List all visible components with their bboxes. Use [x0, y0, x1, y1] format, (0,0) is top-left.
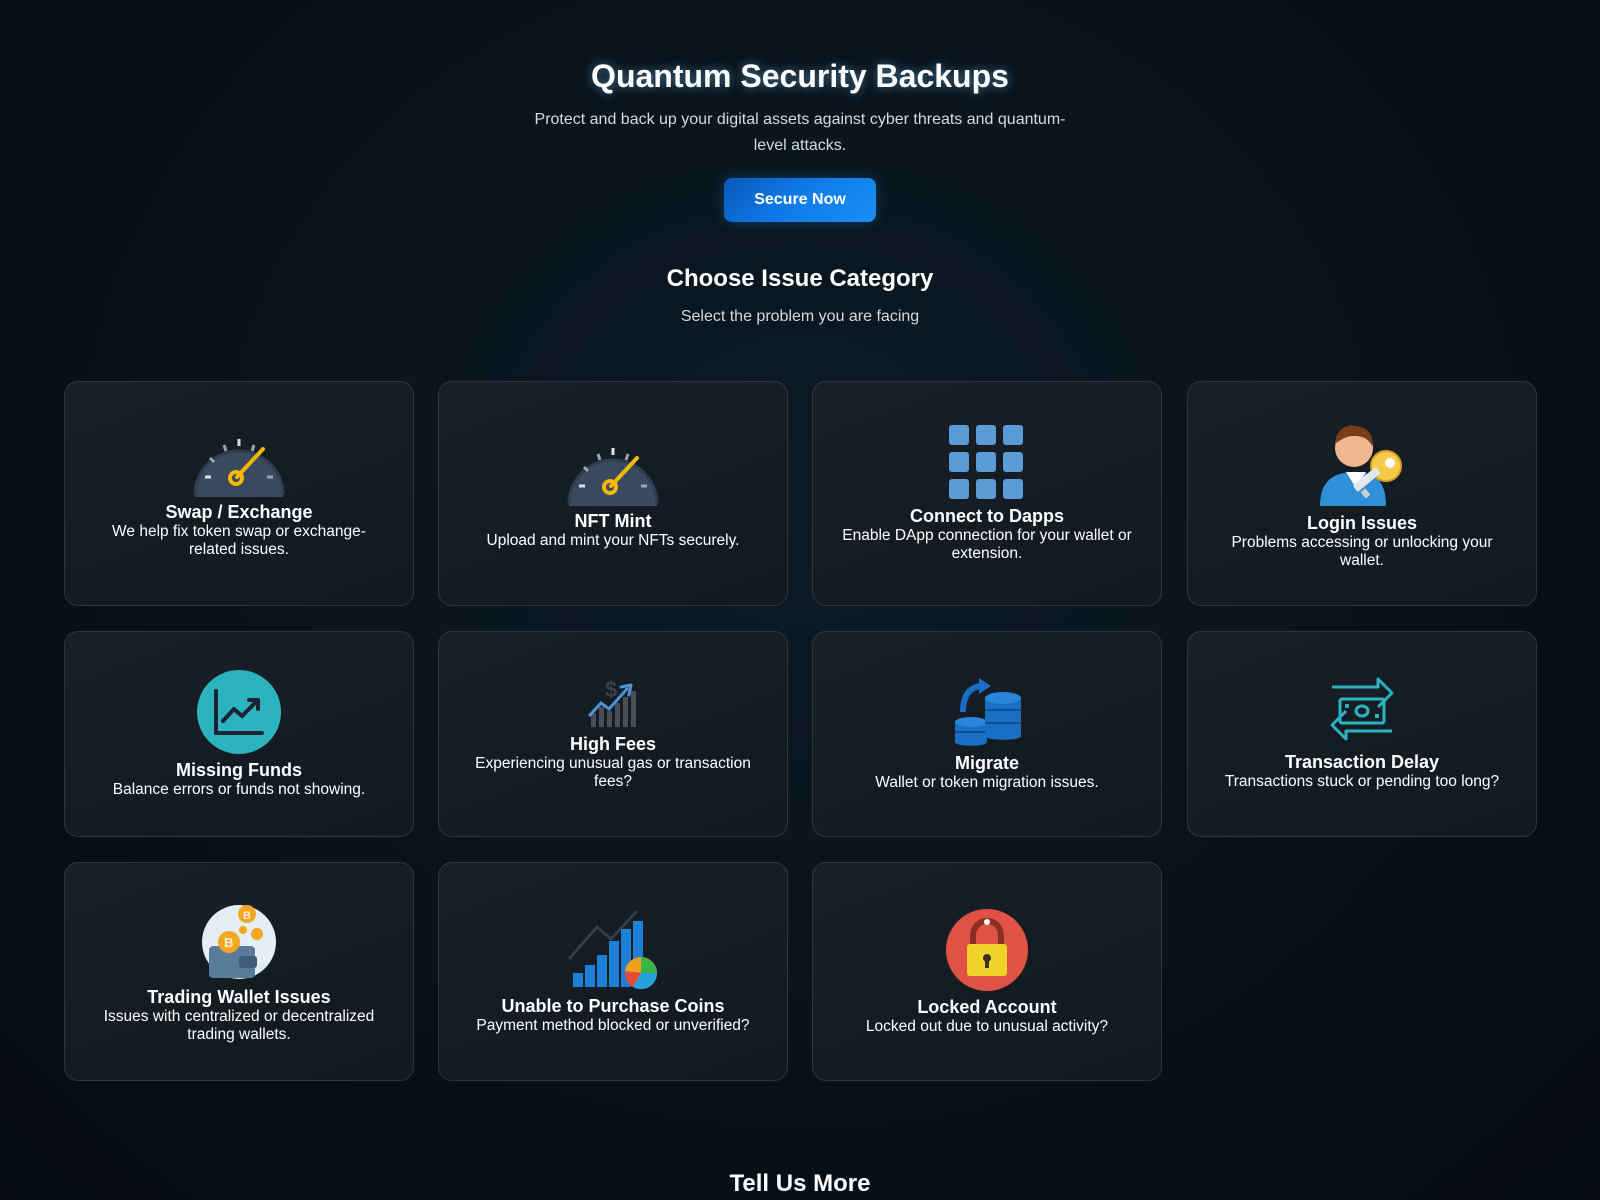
card-title: Unable to Purchase Coins — [501, 995, 725, 1016]
card-title: Transaction Delay — [1284, 752, 1440, 772]
section-title: Choose Issue Category — [666, 265, 934, 292]
svg-text:$: $ — [605, 677, 617, 702]
dollar-chart-icon: $ — [588, 677, 636, 727]
card-description: Transactions stuck or pending too long? — [1224, 773, 1500, 790]
card-title: Trading Wallet Issues — [147, 986, 331, 1007]
category-card-missing-funds[interactable]: Missing Funds Balance errors or funds no… — [64, 631, 414, 837]
card-title: High Fees — [569, 734, 657, 754]
category-card-swap-exchange[interactable]: Swap / Exchange We help fix token swap o… — [64, 381, 414, 606]
card-title: Missing Funds — [176, 760, 302, 780]
speedometer-icon — [193, 438, 285, 497]
category-card-transaction-delay[interactable]: Transaction Delay Transactions stuck or … — [1187, 631, 1537, 837]
card-description: Balance errors or funds not showing. — [112, 781, 366, 798]
secure-now-button[interactable]: Secure Now — [724, 178, 876, 222]
database-migrate-icon — [955, 678, 1021, 746]
card-description: Issues with centralized or decentralized… — [103, 1007, 375, 1043]
wallet-coins-icon: B B — [202, 904, 276, 979]
card-description: We help fix token swap or exchange-relat… — [112, 522, 366, 558]
bar-pie-chart-icon — [568, 909, 658, 989]
svg-text:B: B — [243, 910, 251, 922]
app-grid-icon — [949, 424, 1023, 499]
card-title: Migrate — [954, 753, 1019, 773]
category-card-high-fees[interactable]: $ High Fees Experiencing unusual gas or … — [438, 631, 788, 837]
category-card-locked-account[interactable]: Locked Account Locked out due to unusual… — [812, 862, 1162, 1081]
hero-subtitle: Protect and back up your digital assets … — [534, 111, 1066, 154]
card-title: Swap / Exchange — [165, 501, 313, 522]
svg-text:B: B — [224, 935, 233, 950]
card-description: Enable DApp connection for your wallet o… — [842, 526, 1132, 562]
category-card-trading-wallet[interactable]: B B Trading Wallet Issues Issues with ce… — [64, 862, 414, 1081]
speedometer-icon — [567, 447, 659, 506]
card-title: Login Issues — [1306, 512, 1418, 533]
card-title: Connect to Dapps — [909, 505, 1064, 526]
card-description: Upload and mint your NFTs securely. — [486, 531, 740, 549]
section-subtitle: Select the problem you are facing — [680, 308, 920, 325]
page-title: Quantum Security Backups — [591, 58, 1009, 94]
card-description: Experiencing unusual gas or transaction … — [475, 755, 751, 790]
chart-circle-icon — [197, 670, 281, 754]
card-title: Locked Account — [917, 996, 1057, 1017]
money-transfer-icon — [1330, 677, 1394, 741]
category-card-nft-mint[interactable]: NFT Mint Upload and mint your NFTs secur… — [438, 381, 788, 606]
tell-us-more-heading: Tell Us More — [729, 1170, 871, 1197]
card-description: Locked out due to unusual activity? — [865, 1017, 1109, 1035]
padlock-icon — [946, 908, 1028, 991]
category-card-migrate[interactable]: Migrate Wallet or token migration issues… — [812, 631, 1162, 837]
card-description: Problems accessing or unlocking your wal… — [1231, 533, 1493, 569]
card-description: Payment method blocked or unverified? — [476, 1016, 750, 1034]
category-card-login-issues[interactable]: Login Issues Problems accessing or unloc… — [1187, 381, 1537, 606]
user-key-icon — [1320, 425, 1402, 506]
category-card-purchase-coins[interactable]: Unable to Purchase Coins Payment method … — [438, 862, 788, 1081]
category-card-connect-dapps[interactable]: Connect to Dapps Enable DApp connection … — [812, 381, 1162, 606]
card-description: Wallet or token migration issues. — [875, 774, 1099, 791]
card-title: NFT Mint — [574, 510, 652, 531]
